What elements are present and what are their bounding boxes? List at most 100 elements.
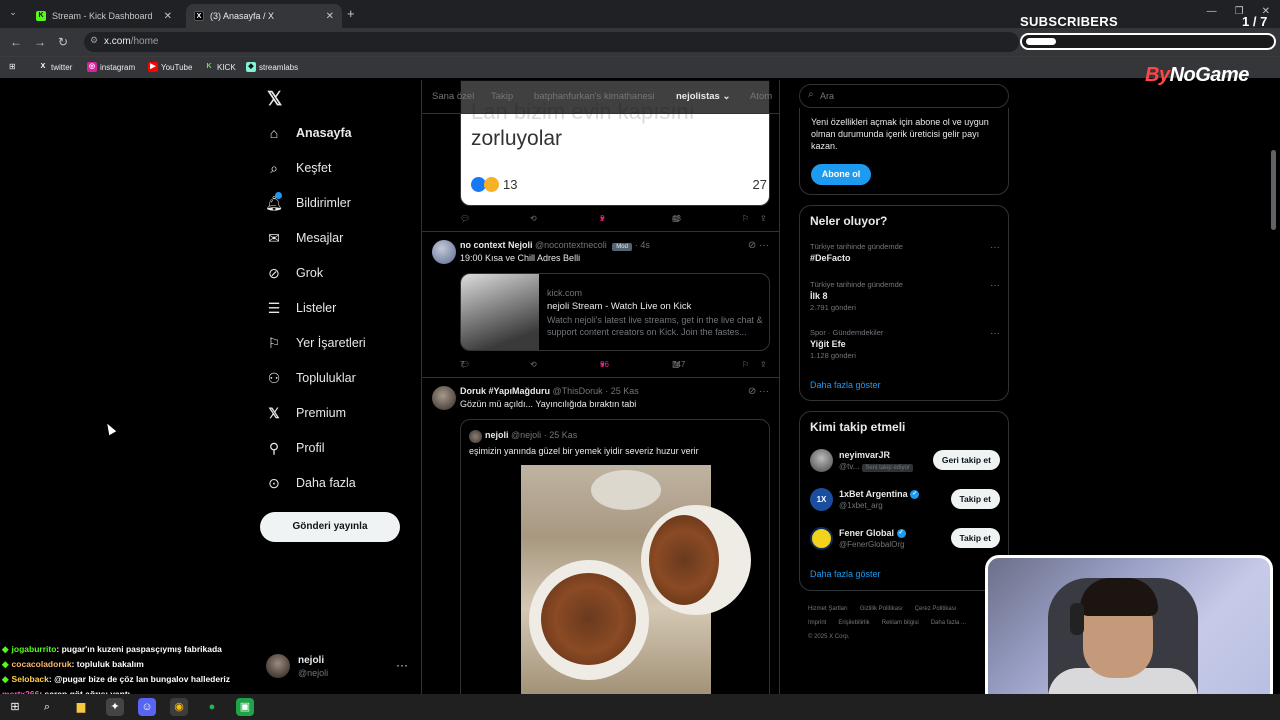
scrollbar[interactable] bbox=[1271, 150, 1276, 230]
grok-icon[interactable]: ⊘ bbox=[748, 240, 756, 251]
sidebar-item-home[interactable]: ⌂ Anasayfa bbox=[266, 125, 352, 141]
like-button[interactable]: ♥ 2 bbox=[600, 214, 605, 223]
views-button[interactable]: ▥ 747 bbox=[672, 360, 685, 369]
search-icon[interactable]: ⌕ bbox=[38, 698, 56, 716]
follow-suggestion[interactable]: 1X 1xBet Argentina ✓ @1xbet_arg Takip et bbox=[810, 488, 1000, 514]
tab-atom[interactable]: Atom bbox=[750, 91, 772, 102]
footer-link[interactable]: Erişilebilirlik bbox=[838, 620, 869, 626]
follow-button[interactable]: Takip et bbox=[950, 489, 1000, 509]
tab-nejolistas[interactable]: nejolistas ⌄ bbox=[676, 91, 730, 102]
apps-icon[interactable]: ⊞ bbox=[9, 62, 16, 71]
more-dots-icon[interactable]: ··· bbox=[396, 658, 408, 672]
sidebar-item-notifications[interactable]: 🔔︎ Bildirimler bbox=[265, 192, 351, 211]
more-dots-icon[interactable]: ··· bbox=[759, 240, 769, 251]
close-icon[interactable]: ✕ bbox=[164, 11, 172, 22]
sidebar-item-lists[interactable]: ☰ Listeler bbox=[266, 300, 337, 316]
url-input[interactable]: ⚙ x.com/home bbox=[84, 32, 1019, 52]
bookmark-twitter[interactable]: Xtwitter bbox=[38, 62, 73, 72]
sidebar-item-messages[interactable]: ✉ Mesajlar bbox=[266, 230, 343, 246]
sidebar-item-more[interactable]: ⊙ Daha fazla bbox=[266, 475, 356, 491]
like-button[interactable]: ♥ 36 bbox=[600, 360, 609, 369]
trend-item[interactable]: Spor · Gündemdekiler Yiğit Efe 1.128 gönde… bbox=[810, 328, 1000, 360]
tweet-actions: 💬︎ 7 ⟲ ♥ 36 ▥ 747 ⚐ ⇪ bbox=[460, 360, 770, 374]
spotify-icon[interactable]: ● bbox=[203, 698, 221, 716]
tweet-menu[interactable]: ⊘ ··· bbox=[748, 386, 769, 397]
share-icon[interactable]: ⇪ bbox=[760, 214, 767, 223]
author-name[interactable]: Doruk #YapıMağduru bbox=[460, 386, 550, 396]
sidebar-item-bookmarks[interactable]: ⚐ Yer İşaretleri bbox=[266, 335, 366, 351]
streamlabs-icon[interactable]: ▣ bbox=[236, 698, 254, 716]
views-button[interactable]: ▥ 43 bbox=[672, 214, 681, 223]
footer-link[interactable]: Çerez Politikası bbox=[915, 606, 957, 612]
repost-icon[interactable]: ⟲ bbox=[530, 360, 537, 369]
post-button[interactable]: Gönderi yayınla bbox=[260, 512, 400, 542]
follow-suggestion[interactable]: Fener Global ✓ @FenerGlobalOrg Takip et bbox=[810, 527, 1000, 553]
reply-icon[interactable]: 💬︎ bbox=[460, 214, 470, 223]
reload-icon[interactable]: ↻ bbox=[58, 35, 68, 49]
footer-link[interactable]: Gizlilik Politikası bbox=[860, 606, 903, 612]
follow-button[interactable]: Takip et bbox=[950, 528, 1000, 548]
sidebar-item-profile[interactable]: ⚲ Profil bbox=[266, 440, 325, 456]
footer-link[interactable]: Daha fazla ... bbox=[931, 620, 966, 626]
tab-following[interactable]: Takip bbox=[491, 91, 513, 102]
discord-icon[interactable]: ☺ bbox=[138, 698, 156, 716]
site-info-icon[interactable]: ⚙ bbox=[90, 35, 98, 46]
more-dots-icon[interactable]: ··· bbox=[990, 328, 1000, 339]
repost-icon[interactable]: ⟲ bbox=[530, 214, 537, 223]
sidebar-item-explore[interactable]: ⌕ Keşfet bbox=[266, 160, 331, 176]
tab-kick-dashboard[interactable]: K Stream - Kick Dashboard ✕ bbox=[28, 4, 180, 28]
tweet[interactable]: Doruk #YapıMağduru @ThisDoruk · 25 Kas ⊘… bbox=[422, 386, 779, 694]
x-logo-icon[interactable]: 𝕏 bbox=[267, 88, 282, 111]
forward-icon[interactable]: → bbox=[34, 35, 46, 49]
search-input[interactable]: ⌕ Ara bbox=[799, 84, 1009, 108]
timeline: Lan bizim evin kapısını zorluyolar 13 27… bbox=[421, 80, 780, 694]
tab-list-icon[interactable]: ⌄ bbox=[6, 7, 20, 21]
back-icon[interactable]: ← bbox=[10, 35, 22, 49]
subscribers-label: SUBSCRIBERS bbox=[1020, 14, 1118, 29]
tab-for-you[interactable]: Sana özel bbox=[432, 91, 474, 102]
more-dots-icon[interactable]: ··· bbox=[759, 386, 769, 397]
show-more-link[interactable]: Daha fazla göster bbox=[810, 569, 881, 579]
kick-icon: ◆ bbox=[2, 674, 9, 684]
bookmark-kick[interactable]: K KICK bbox=[204, 62, 235, 72]
bookmark-icon[interactable]: ⚐ bbox=[742, 214, 749, 223]
footer-link[interactable]: Reklam bilgisi bbox=[882, 620, 919, 626]
quoted-tweet[interactable]: nejoli @nejoli · 25 Kas eşimizin yanında… bbox=[460, 419, 770, 694]
tab-list-batphan[interactable]: batphanfurkan's kimathanesi bbox=[534, 91, 655, 102]
minimize-icon[interactable]: — bbox=[1207, 6, 1217, 17]
tab-x-home[interactable]: X (3) Anasayfa / X ✕ bbox=[186, 4, 342, 28]
close-icon[interactable]: ✕ bbox=[326, 11, 334, 22]
app-icon[interactable]: ✦ bbox=[106, 698, 124, 716]
reply-button[interactable]: 💬︎ 7 bbox=[460, 360, 470, 369]
suggestion-handle: @1xbet_arg bbox=[839, 501, 883, 510]
trend-item[interactable]: Türkiye tarihinde gündemde İlk 8 2.791 gön… bbox=[810, 280, 1000, 312]
follow-suggestion[interactable]: neyimvarJR @tv... Seni takip ediyor Geri … bbox=[810, 449, 1000, 475]
subscribe-button[interactable]: Abone ol bbox=[811, 164, 871, 185]
bookmark-streamlabs[interactable]: ◆ streamlabs bbox=[246, 62, 298, 72]
more-dots-icon[interactable]: ··· bbox=[990, 242, 1000, 253]
bookmark-instagram[interactable]: ◎ instagram bbox=[87, 62, 135, 72]
grok-icon[interactable]: ⊘ bbox=[748, 386, 756, 397]
show-more-link[interactable]: Daha fazla göster bbox=[810, 380, 881, 390]
footer-link[interactable]: Hizmet Şartları bbox=[808, 606, 848, 612]
more-dots-icon[interactable]: ··· bbox=[990, 280, 1000, 291]
food-photo[interactable] bbox=[521, 465, 751, 694]
follow-back-button[interactable]: Geri takip et bbox=[932, 450, 1000, 470]
sidebar-item-premium[interactable]: 𝕏 Premium bbox=[266, 405, 346, 421]
file-explorer-icon[interactable]: ▆ bbox=[72, 698, 90, 716]
trend-item[interactable]: Türkiye tarihinde gündemde #DeFacto ··· bbox=[810, 242, 1000, 263]
sidebar-item-label: Topluluklar bbox=[296, 371, 356, 385]
windows-start-icon[interactable]: ⊞ bbox=[6, 698, 24, 716]
sidebar-item-grok[interactable]: ⊘ Grok bbox=[266, 265, 323, 281]
chrome-icon[interactable]: ◉ bbox=[170, 698, 188, 716]
bookmark-youtube[interactable]: ▶ YouTube bbox=[148, 62, 192, 72]
tweet-menu[interactable]: ⊘ ··· bbox=[748, 240, 769, 251]
share-icon[interactable]: ⇪ bbox=[760, 360, 767, 369]
sidebar-item-communities[interactable]: ⚇ Topluluklar bbox=[266, 370, 356, 386]
author-name[interactable]: no context Nejoli bbox=[460, 240, 533, 250]
bookmark-icon[interactable]: ⚐ bbox=[742, 360, 749, 369]
new-tab-button[interactable]: + bbox=[347, 6, 355, 21]
footer-link[interactable]: Imprint bbox=[808, 620, 826, 626]
link-card[interactable]: kick.com nejoli Stream - Watch Live on K… bbox=[460, 273, 770, 351]
tweet[interactable]: no context Nejoli @nocontextnecoli Mod · … bbox=[422, 240, 779, 380]
